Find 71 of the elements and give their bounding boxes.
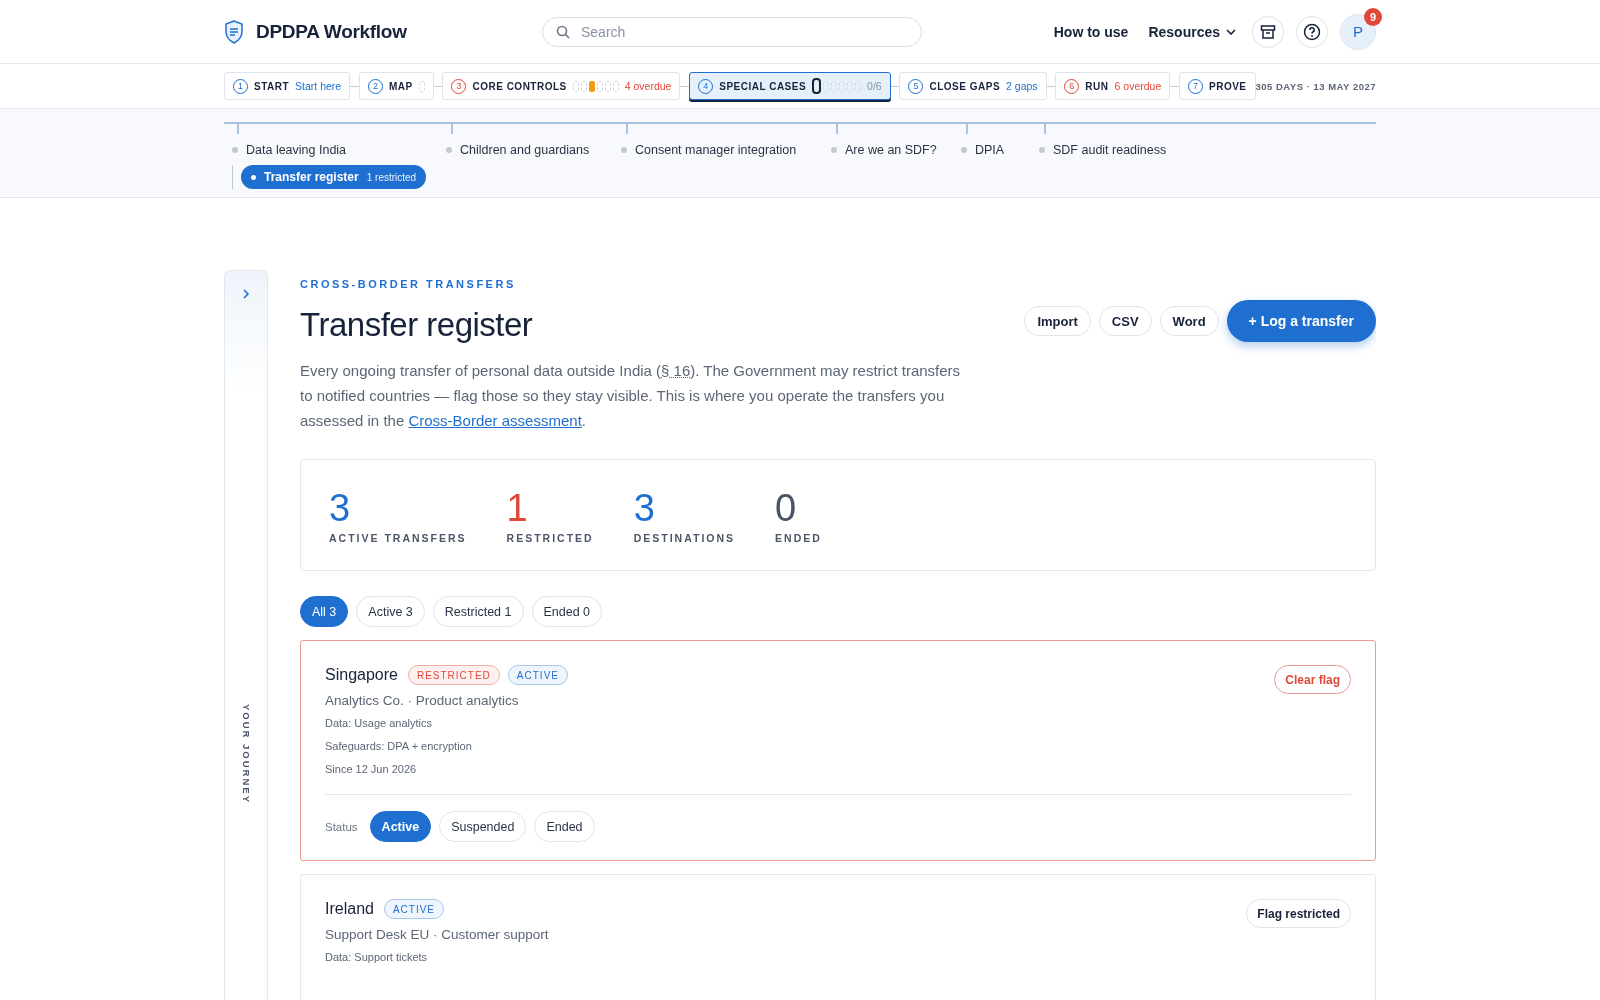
substep-item[interactable]: Consent manager integration [613,143,797,157]
substep-item[interactable]: SDF audit readiness [1031,143,1167,157]
stat-label: ACTIVE TRANSFERS [329,532,467,544]
stat-label: DESTINATIONS [633,532,736,544]
substep-item[interactable]: Are we an SDF? [823,143,937,157]
stat-label: RESTRICTED [506,532,594,544]
flag-button[interactable]: Clear flag [1274,665,1351,694]
stat-value: 3 [329,486,352,530]
active-tag: ACTIVE [383,899,445,919]
deadline-text: 305 DAYS · 13 MAY 2027 [1255,80,1377,92]
search-icon [556,24,570,39]
filter-chip[interactable]: All 3 [300,596,349,627]
step-note: 0/6 [867,80,882,92]
filter-chip[interactable]: Active 3 [356,596,425,627]
app-title: DPDPA Workflow [256,20,407,43]
chevron-icon [241,289,251,299]
page-description: Every ongoing transfer of personal data outside India (§ 16). The Government may restrict transfers to notified countries — flag those so they stay visible. This is where you operate the transfers you assessed in the Cross-Border assessment. [300,361,962,431]
step-note: 6 overdue [1114,80,1162,92]
status-option[interactable]: Active [369,811,432,842]
substep-item[interactable]: Children and guardians [438,143,590,157]
help-button[interactable] [1296,15,1328,48]
notification-badge: 9 [1364,7,1382,26]
status-option[interactable]: Suspended [439,811,527,842]
filter-chip[interactable]: Restricted 1 [432,596,524,627]
export-button[interactable]: CSV [1098,306,1152,336]
stat-value: 0 [775,486,798,530]
recipient-text: Support Desk EU · Customer support [325,927,550,942]
step-tab[interactable]: 6 RUN 6 overdue [1055,72,1171,100]
assessment-link[interactable]: Cross-Border assessment [408,412,582,429]
flag-button[interactable]: Flag restricted [1246,899,1351,928]
substep-pill[interactable]: Transfer register 1 restricted [241,165,427,189]
detail-text: Safeguards: DPA + encryption [325,739,473,754]
chevron-down-icon [1226,28,1236,35]
shield-logo-icon [224,19,244,44]
country-name: Ireland [325,900,374,918]
page-title: Transfer register [300,306,534,344]
export-button[interactable]: Word [1159,306,1219,336]
status-label: Status [325,820,358,833]
step-tab[interactable]: 4 SPECIAL CASES 0/6 [689,72,891,100]
filter-chip[interactable]: Ended 0 [531,596,603,627]
help-icon [1303,22,1321,41]
stat-value: 3 [633,486,656,530]
restricted-tag: RESTRICTED [407,665,500,685]
step-tab[interactable]: 1 START Start here [224,72,351,100]
substep-item[interactable]: Data leaving India [224,143,347,157]
substep-item[interactable]: DPIA [953,143,1005,157]
resources-menu[interactable]: Resources [1144,23,1240,40]
step-tab[interactable]: 5 CLOSE GAPS 2 gaps [899,72,1047,100]
recipient-text: Analytics Co. · Product analytics [325,693,520,708]
archive-button[interactable] [1252,15,1284,48]
archive-icon [1260,23,1276,40]
stat-value: 1 [506,486,529,530]
stat-label: ENDED [775,532,822,544]
status-option[interactable]: Ended [534,811,595,842]
step-note: 2 gaps [1006,80,1038,92]
detail-text: Since 12 Jun 2026 [325,762,418,777]
step-tab[interactable]: 3 CORE CONTROLS 4 overdue [442,72,681,100]
export-button[interactable]: Import [1024,306,1091,336]
search-field[interactable]: Search [542,16,922,47]
step-tab[interactable]: 7 PROVE [1179,72,1256,100]
sidebar-label: YOUR JOURNEY [240,704,252,804]
section-eyebrow: CROSS-BORDER TRANSFERS [300,278,517,290]
step-note: Start here [295,80,342,92]
active-tag: ACTIVE [507,665,568,685]
nav-link[interactable]: How to use [1049,23,1133,40]
detail-text: Data: Support tickets [325,950,429,965]
country-name: Singapore [325,666,398,684]
detail-text: Data: Usage analytics [325,716,433,731]
step-tab[interactable]: 2 MAP [358,72,434,100]
step-note: 4 overdue [624,80,672,92]
log-transfer-button[interactable]: + Log a transfer [1226,300,1376,342]
